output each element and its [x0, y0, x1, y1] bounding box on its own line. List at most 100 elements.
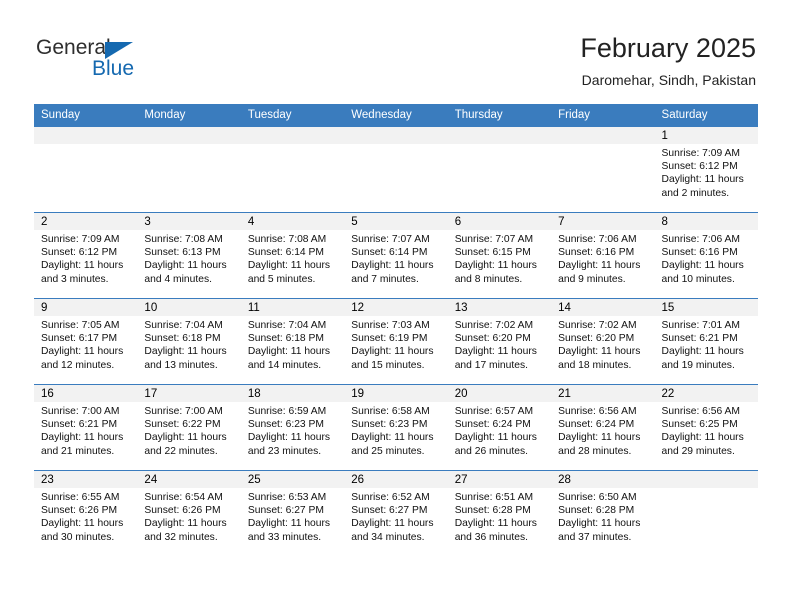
day-number: 17 — [137, 385, 241, 402]
sunrise-text: Sunrise: 7:01 AM — [661, 320, 740, 331]
sunrise-text: Sunrise: 7:07 AM — [454, 234, 534, 245]
sunrise-text: Sunrise: 6:56 AM — [661, 406, 740, 417]
daylight-text: Daylight: 11 hours and 10 minutes. — [661, 260, 744, 285]
day-cell[interactable]: 21 Sunrise: 6:56 AM Sunset: 6:24 PM Dayligh… — [551, 384, 655, 471]
day-cell[interactable]: 13 Sunrise: 7:02 AM Sunset: 6:20 PM Dayligh… — [447, 298, 552, 385]
sunrise-text: Sunrise: 7:08 AM — [144, 234, 223, 245]
day-cell[interactable]: 20 Sunrise: 6:57 AM Sunset: 6:24 PM Dayligh… — [447, 384, 552, 471]
sunset-text: Sunset: 6:13 PM — [144, 247, 221, 259]
day-number: 3 — [137, 213, 241, 230]
day-number: 16 — [34, 385, 138, 402]
logo-text-blue: Blue — [92, 57, 135, 80]
day-cell[interactable] — [344, 126, 448, 213]
day-number: 13 — [447, 299, 552, 316]
day-cell[interactable]: 9 Sunrise: 7:05 AM Sunset: 6:17 PM Daylight… — [34, 298, 138, 385]
weekday-header-thursday: Thursday — [447, 104, 552, 127]
day-cell[interactable]: 8 Sunrise: 7:06 AM Sunset: 6:16 PM Daylight… — [654, 212, 758, 299]
sunset-text: Sunset: 6:23 PM — [351, 419, 428, 431]
sunset-text: Sunset: 6:24 PM — [454, 419, 531, 431]
sunset-text: Sunset: 6:19 PM — [351, 333, 428, 345]
sunset-text: Sunset: 6:24 PM — [558, 419, 635, 431]
sunset-text: Sunset: 6:14 PM — [351, 247, 428, 259]
day-number: 27 — [447, 471, 552, 488]
sunset-text: Sunset: 6:25 PM — [661, 419, 738, 431]
day-cell[interactable]: 4 Sunrise: 7:08 AM Sunset: 6:14 PM Daylight… — [240, 212, 345, 299]
sunrise-text: Sunrise: 6:57 AM — [454, 406, 534, 417]
sunset-text: Sunset: 6:21 PM — [661, 333, 738, 345]
day-cell[interactable]: 10 Sunrise: 7:04 AM Sunset: 6:18 PM Dayligh… — [137, 298, 241, 385]
daylight-text: Daylight: 11 hours and 23 minutes. — [247, 432, 331, 457]
day-number: 5 — [344, 213, 448, 230]
day-cell[interactable]: 26 Sunrise: 6:52 AM Sunset: 6:27 PM Dayligh… — [344, 470, 448, 556]
daylight-text: Daylight: 11 hours and 17 minutes. — [454, 346, 537, 371]
day-number: 9 — [34, 299, 138, 316]
day-cell[interactable]: 2 Sunrise: 7:09 AM Sunset: 6:12 PM Daylight… — [34, 212, 138, 299]
sunset-text: Sunset: 6:23 PM — [247, 419, 324, 431]
day-cell[interactable]: 18 Sunrise: 6:59 AM Sunset: 6:23 PM Dayligh… — [240, 384, 345, 471]
daylight-text: Daylight: 11 hours and 33 minutes. — [247, 518, 331, 543]
day-cell[interactable] — [34, 126, 138, 213]
day-cell[interactable]: 1 Sunrise: 7:09 AM Sunset: 6:12 PM Daylight… — [654, 126, 758, 213]
day-cell[interactable]: 22 Sunrise: 6:56 AM Sunset: 6:25 PM Dayligh… — [654, 384, 758, 471]
day-cell[interactable]: 12 Sunrise: 7:03 AM Sunset: 6:19 PM Dayligh… — [344, 298, 448, 385]
day-number: 24 — [137, 471, 241, 488]
sunset-text: Sunset: 6:28 PM — [558, 505, 635, 517]
day-cell[interactable]: 3 Sunrise: 7:08 AM Sunset: 6:13 PM Daylight… — [137, 212, 241, 299]
sunset-text: Sunset: 6:26 PM — [144, 505, 221, 517]
day-cell[interactable]: 25 Sunrise: 6:53 AM Sunset: 6:27 PM Dayligh… — [240, 470, 345, 556]
calendar-header-row: Sunday Monday Tuesday Wednesday Thursday… — [34, 104, 758, 127]
day-cell[interactable]: 27 Sunrise: 6:51 AM Sunset: 6:28 PM Dayligh… — [447, 470, 552, 556]
week-row: 1 Sunrise: 7:09 AM Sunset: 6:12 PM Daylight… — [34, 126, 758, 213]
daylight-text: Daylight: 11 hours and 29 minutes. — [661, 432, 744, 457]
day-number: 15 — [654, 299, 758, 316]
day-cell[interactable]: 7 Sunrise: 7:06 AM Sunset: 6:16 PM Daylight… — [551, 212, 655, 299]
daylight-text: Daylight: 11 hours and 13 minutes. — [144, 346, 227, 371]
sunrise-text: Sunrise: 6:53 AM — [247, 492, 327, 503]
daylight-text: Daylight: 11 hours and 34 minutes. — [351, 518, 434, 543]
daylight-text: Daylight: 11 hours and 12 minutes. — [41, 346, 124, 371]
week-row: 16 Sunrise: 7:00 AM Sunset: 6:21 PM Dayligh… — [34, 384, 758, 471]
sunset-text: Sunset: 6:20 PM — [454, 333, 531, 345]
day-cell[interactable]: 16 Sunrise: 7:00 AM Sunset: 6:21 PM Dayligh… — [34, 384, 138, 471]
sunrise-text: Sunrise: 7:02 AM — [558, 320, 637, 331]
daylight-text: Daylight: 11 hours and 36 minutes. — [454, 518, 537, 543]
day-cell[interactable] — [551, 126, 655, 213]
page-header: General Blue February 2025 Daromehar, Si… — [0, 0, 792, 103]
day-number: 12 — [344, 299, 448, 316]
daylight-text: Daylight: 11 hours and 8 minutes. — [454, 260, 537, 285]
sunrise-text: Sunrise: 6:51 AM — [454, 492, 534, 503]
day-cell[interactable]: 19 Sunrise: 6:58 AM Sunset: 6:23 PM Dayligh… — [344, 384, 448, 471]
sunrise-text: Sunrise: 6:54 AM — [144, 492, 223, 503]
sunset-text: Sunset: 6:14 PM — [247, 247, 324, 259]
weekday-header-monday: Monday — [137, 104, 241, 127]
day-cell[interactable]: 23 Sunrise: 6:55 AM Sunset: 6:26 PM Dayligh… — [34, 470, 138, 556]
week-row: 23 Sunrise: 6:55 AM Sunset: 6:26 PM Dayligh… — [34, 470, 758, 556]
sunrise-text: Sunrise: 6:58 AM — [351, 406, 430, 417]
day-cell[interactable]: 5 Sunrise: 7:07 AM Sunset: 6:14 PM Daylight… — [344, 212, 448, 299]
day-cell[interactable] — [240, 126, 345, 213]
day-number: 25 — [240, 471, 345, 488]
general-blue-logo[interactable]: General Blue — [36, 36, 176, 82]
sunset-text: Sunset: 6:20 PM — [558, 333, 635, 345]
day-cell[interactable]: 15 Sunrise: 7:01 AM Sunset: 6:21 PM Dayligh… — [654, 298, 758, 385]
title-block: February 2025 Daromehar, Sindh, Pakistan — [580, 32, 756, 90]
day-cell[interactable]: 24 Sunrise: 6:54 AM Sunset: 6:26 PM Dayligh… — [137, 470, 241, 556]
day-number: 6 — [447, 213, 552, 230]
day-number: 1 — [654, 127, 758, 144]
daylight-text: Daylight: 11 hours and 9 minutes. — [558, 260, 641, 285]
day-cell[interactable] — [137, 126, 241, 213]
daylight-text: Daylight: 11 hours and 25 minutes. — [351, 432, 434, 457]
sunrise-text: Sunrise: 6:55 AM — [41, 492, 120, 503]
day-cell[interactable]: 17 Sunrise: 7:00 AM Sunset: 6:22 PM Dayligh… — [137, 384, 241, 471]
day-cell[interactable] — [654, 470, 758, 556]
day-cell[interactable]: 11 Sunrise: 7:04 AM Sunset: 6:18 PM Dayligh… — [240, 298, 345, 385]
sunrise-text: Sunrise: 7:03 AM — [351, 320, 430, 331]
day-cell[interactable]: 28 Sunrise: 6:50 AM Sunset: 6:28 PM Dayligh… — [551, 470, 655, 556]
calendar-page: General Blue February 2025 Daromehar, Si… — [0, 0, 792, 612]
sunrise-text: Sunrise: 7:08 AM — [247, 234, 327, 245]
sunrise-text: Sunrise: 7:06 AM — [558, 234, 637, 245]
day-cell[interactable] — [447, 126, 552, 213]
day-cell[interactable]: 6 Sunrise: 7:07 AM Sunset: 6:15 PM Daylight… — [447, 212, 552, 299]
day-cell[interactable]: 14 Sunrise: 7:02 AM Sunset: 6:20 PM Dayligh… — [551, 298, 655, 385]
sunrise-text: Sunrise: 7:06 AM — [661, 234, 740, 245]
